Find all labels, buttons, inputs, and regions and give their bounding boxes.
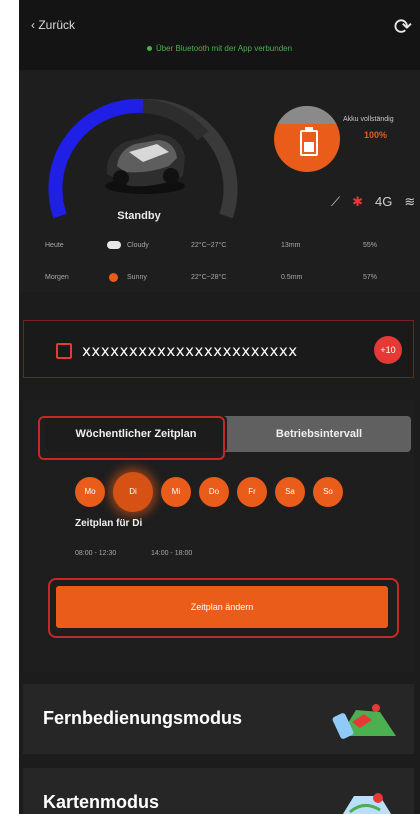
map-mode-card[interactable]: Kartenmodus [23, 768, 414, 814]
schedule-card: Wöchentlicher Zeitplan Betriebsintervall… [23, 400, 414, 672]
connection-text: Über Bluetooth mit der App verbunden [155, 44, 293, 53]
day-mo[interactable]: Mo [75, 477, 105, 507]
error-count-badge[interactable]: +10 [374, 336, 402, 364]
weather-temp: 22°C~27°C [191, 242, 227, 249]
highlight-ring-button [48, 578, 399, 638]
weather-humidity: 57% [363, 274, 378, 281]
weather-humidity: 55% [363, 242, 378, 249]
remote-control-map-icon [332, 704, 396, 739]
weather-condition: Sunny [127, 274, 147, 281]
mower-image [105, 134, 185, 194]
day-mi[interactable]: Mi [161, 477, 191, 507]
battery-icon [300, 127, 318, 156]
day-sa[interactable]: Sa [275, 477, 305, 507]
weather-row-today: Heute Cloudy 22°C~27°C 13mm 55% [45, 241, 415, 258]
weather-temp: 22°C~28°C [191, 274, 227, 281]
connection-dot-icon [146, 46, 152, 52]
mower-state-label: Standby [117, 210, 161, 222]
top-bar: ‹ Zurück ⟳ Über Bluetooth mit der App ve… [19, 0, 420, 70]
cloud-icon [107, 241, 121, 249]
battery-label: Akku vollständig [343, 116, 394, 123]
bluetooth-icon: ✱ [352, 194, 364, 209]
error-text: xxxxxxxxxxxxxxxxxxxxxxx [82, 342, 298, 360]
map-mode-title: Kartenmodus [43, 792, 160, 812]
weather-condition: Cloudy [127, 242, 149, 249]
sun-icon [109, 273, 118, 282]
refresh-icon[interactable]: ⟳ [394, 14, 412, 40]
weather-day: Heute [45, 242, 64, 249]
app-screen: ‹ Zurück ⟳ Über Bluetooth mit der App ve… [19, 0, 420, 814]
time-slot: 14:00 - 18:00 [151, 550, 193, 557]
error-icon [56, 343, 72, 359]
error-message-box[interactable]: xxxxxxxxxxxxxxxxxxxxxxx +10 [23, 320, 414, 378]
battery-percent: 100% [364, 130, 388, 140]
schedule-for-label: Zeitplan für Di [75, 518, 143, 529]
connection-status: Über Bluetooth mit der App verbunden [19, 44, 420, 53]
indicator-icons: ⟋ ✱ 4G ≋ [331, 194, 420, 210]
day-di[interactable]: Di [113, 472, 153, 512]
weather-row-tomorrow: Morgen Sunny 22°C~28°C 0.5mm 57% [45, 273, 415, 290]
rain-sensor-icon: ⟋ [331, 194, 341, 209]
day-so[interactable]: So [313, 477, 343, 507]
weekday-selector: Mo Di Mi Do Fr Sa So [75, 472, 405, 512]
mower-status-panel: Standby Akku vollständig 100% ⟋ ✱ 4G ≋ H… [19, 70, 420, 292]
day-do[interactable]: Do [199, 477, 229, 507]
weather-rain: 0.5mm [281, 274, 303, 281]
4g-signal-icon: 4G [375, 194, 393, 209]
weather-day: Morgen [45, 274, 69, 281]
remote-mode-card[interactable]: Fernbedienungsmodus [23, 684, 414, 754]
day-fr[interactable]: Fr [237, 477, 267, 507]
highlight-ring-tab [38, 416, 225, 460]
back-button[interactable]: ‹ Zurück [31, 18, 75, 32]
weather-rain: 13mm [281, 242, 301, 249]
wifi-icon: ≋ [404, 194, 416, 209]
time-slot: 08:00 - 12:30 [75, 550, 117, 557]
tab-operating-interval[interactable]: Betriebsintervall [227, 416, 411, 452]
map-icon [342, 793, 392, 814]
remote-mode-title: Fernbedienungsmodus [43, 708, 243, 728]
battery-indicator [274, 106, 340, 172]
